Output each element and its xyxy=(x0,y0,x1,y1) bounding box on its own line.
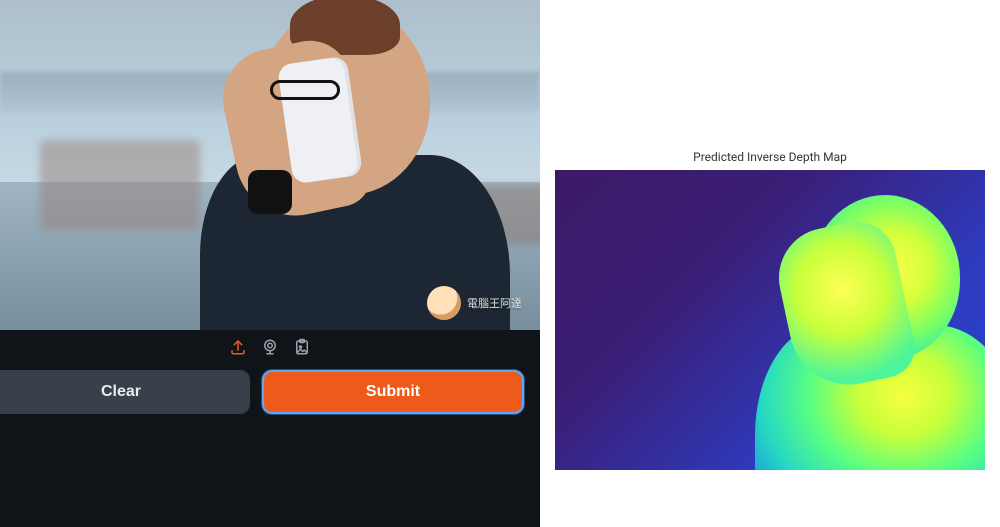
photo-glasses xyxy=(270,80,340,100)
clipboard-image-icon[interactable] xyxy=(293,338,311,356)
output-title: Predicted Inverse Depth Map xyxy=(693,150,847,164)
output-panel: Predicted Inverse Depth Map xyxy=(540,0,1000,527)
watermark-text: 電腦王阿達 xyxy=(467,295,522,311)
upload-icon[interactable] xyxy=(229,338,247,356)
action-button-row: Clear Submit xyxy=(0,364,540,414)
image-watermark: 電腦王阿達 xyxy=(427,286,522,320)
submit-button[interactable]: Submit xyxy=(262,370,524,414)
image-toolbar xyxy=(0,330,540,364)
photo-smartwatch xyxy=(248,170,292,214)
webcam-icon[interactable] xyxy=(261,338,279,356)
input-image[interactable]: 電腦王阿達 xyxy=(0,0,540,330)
depth-person xyxy=(755,195,985,470)
depth-map-image xyxy=(555,170,985,470)
clear-button[interactable]: Clear xyxy=(0,370,250,414)
watermark-avatar xyxy=(427,286,461,320)
output-spacer xyxy=(548,10,992,150)
photo-person xyxy=(190,5,500,330)
input-panel: 電腦王阿達 xyxy=(0,0,540,527)
photo-boat-blur xyxy=(40,140,200,230)
